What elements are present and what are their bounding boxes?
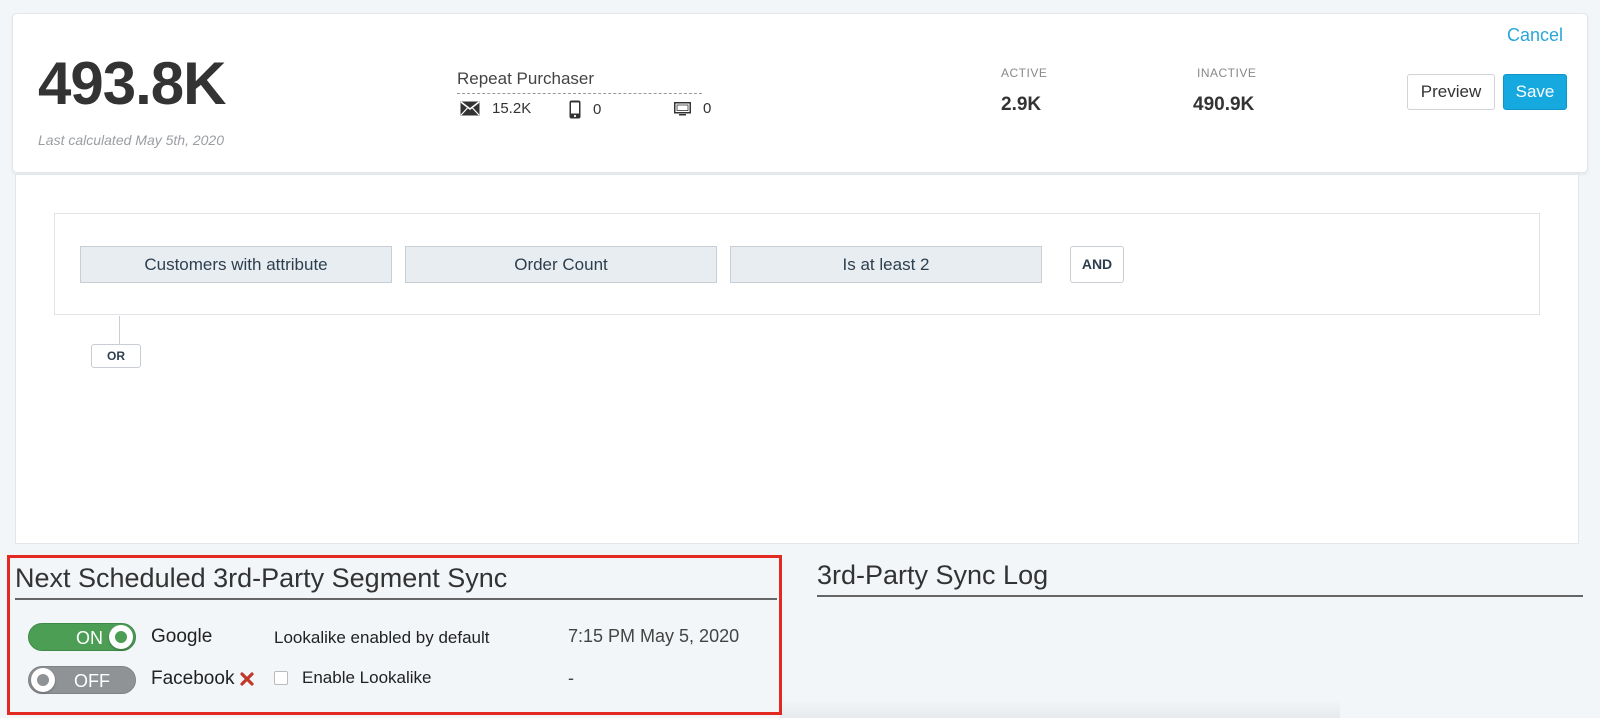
condition-type-select[interactable]: Customers with attribute	[80, 246, 392, 283]
segment-builder: Customers with attribute Order Count Is …	[15, 174, 1579, 544]
platform-google: Google	[151, 626, 213, 647]
mobile-count: 0	[593, 101, 602, 118]
google-lookalike-text: Lookalike enabled by default	[274, 628, 490, 647]
checkbox-box[interactable]	[274, 671, 288, 685]
enable-lookalike-label: Enable Lookalike	[302, 668, 432, 687]
segment-summary-card: 493.8K Last calculated May 5th, 2020 Rep…	[12, 13, 1588, 173]
toggle-knob	[31, 668, 55, 692]
preview-button[interactable]: Preview	[1407, 74, 1495, 110]
sync-section-title: Next Scheduled 3rd-Party Segment Sync	[15, 563, 777, 600]
error-x-icon	[240, 672, 255, 686]
inactive-label: INACTIVE	[1197, 66, 1257, 80]
sync-log-title: 3rd-Party Sync Log	[817, 560, 1583, 597]
platform-facebook: Facebook	[151, 668, 235, 689]
and-button[interactable]: AND	[1070, 246, 1124, 283]
facebook-sync-toggle[interactable]: OFF	[28, 666, 136, 694]
platform-facebook-wrapper: Facebook	[151, 668, 255, 690]
segment-name[interactable]: Repeat Purchaser	[457, 69, 702, 94]
google-sync-time: 7:15 PM May 5, 2020	[568, 626, 740, 646]
condition-group: Customers with attribute Order Count Is …	[54, 213, 1540, 315]
email-count: 15.2K	[492, 100, 532, 117]
cancel-link[interactable]: Cancel	[1507, 25, 1563, 46]
enable-lookalike-checkbox[interactable]: Enable Lookalike	[274, 668, 431, 688]
or-connector-line	[119, 316, 120, 344]
toggle-knob	[109, 625, 133, 649]
condition-attribute-select[interactable]: Order Count	[405, 246, 717, 283]
save-button[interactable]: Save	[1503, 74, 1567, 110]
next-scheduled-sync-section: Next Scheduled 3rd-Party Segment Sync ON…	[7, 555, 782, 715]
toggle-state-label: OFF	[74, 671, 110, 691]
last-calculated-text: Last calculated May 5th, 2020	[38, 132, 225, 148]
mobile-phone-icon	[569, 100, 581, 119]
google-sync-toggle[interactable]: ON	[28, 623, 136, 651]
or-button[interactable]: OR	[91, 344, 141, 368]
web-count: 0	[703, 100, 712, 117]
active-label: ACTIVE	[1001, 66, 1048, 80]
desktop-icon	[674, 101, 691, 115]
facebook-sync-time: -	[568, 668, 574, 688]
inactive-value: 490.9K	[1193, 94, 1255, 115]
envelope-icon	[460, 101, 480, 116]
channel-email: 15.2K	[460, 100, 531, 117]
toggle-state-label: ON	[76, 628, 103, 648]
total-count: 493.8K	[38, 50, 226, 117]
active-value: 2.9K	[1001, 94, 1042, 115]
channel-mobile: 0	[569, 100, 601, 119]
condition-operator-select[interactable]: Is at least 2	[730, 246, 1042, 283]
bottom-shade	[780, 700, 1340, 718]
channel-web: 0	[674, 100, 711, 117]
